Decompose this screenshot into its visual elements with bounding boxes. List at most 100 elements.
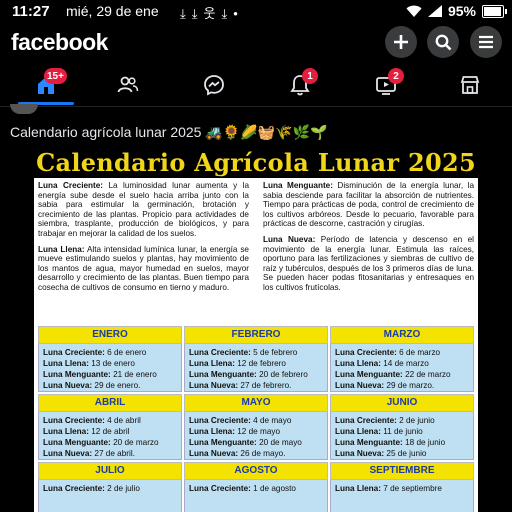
phase-date-line: Luna Menguante: 18 de junio bbox=[335, 437, 469, 448]
phase-date: 11 de junio bbox=[383, 427, 423, 436]
month-cell: ABRIL Luna Creciente: 4 de abril Luna Llen… bbox=[38, 394, 182, 460]
month-phases: Luna Creciente: 1 de agosto bbox=[184, 480, 328, 512]
phase-label: Luna Nueva: bbox=[189, 381, 239, 390]
phase-label: Luna Nueva: bbox=[43, 449, 93, 458]
phase-date: 29 de enero. bbox=[94, 381, 141, 390]
month-cell: MAYO Luna Creciente: 4 de mayo Luna Llena:… bbox=[184, 394, 328, 460]
phase-label: Luna Nueva: bbox=[43, 381, 93, 390]
phase-date-line: Luna Menguante: 20 de febrero bbox=[189, 369, 323, 380]
download-icon: ⤓ bbox=[191, 6, 204, 21]
month-name: AGOSTO bbox=[184, 462, 328, 480]
phase-label: Luna Creciente: bbox=[335, 348, 397, 357]
phase-label: Luna Creciente: bbox=[43, 348, 105, 357]
phase-label: Luna Menguante: bbox=[335, 438, 403, 447]
month-name: ENERO bbox=[38, 326, 182, 344]
friends-icon bbox=[117, 76, 139, 93]
search-icon bbox=[435, 34, 451, 50]
month-name: ABRIL bbox=[38, 394, 182, 412]
phase-date: 20 de marzo bbox=[113, 438, 159, 447]
phase-date: 13 de enero bbox=[91, 359, 135, 368]
phase-date-line: Luna Llena: 12 de abril bbox=[43, 426, 177, 437]
tab-marketplace[interactable] bbox=[450, 70, 490, 100]
phase-date: 12 de abril bbox=[91, 427, 130, 436]
person-icon: 웃 bbox=[203, 6, 222, 21]
phase-date-line: Luna Llena: 14 de marzo bbox=[335, 358, 469, 369]
phase-label: Luna Menguante: bbox=[43, 438, 111, 447]
post-image[interactable]: Calendario Agrícola Lunar 2025 Luna Crec… bbox=[34, 148, 478, 512]
phase-date: 6 de enero bbox=[107, 348, 147, 357]
tab-notifications[interactable]: 1 bbox=[280, 68, 320, 100]
phase-label: Luna Nueva: bbox=[335, 449, 385, 458]
battery-icon bbox=[482, 4, 507, 18]
month-phases: Luna Creciente: 2 de junio Luna Llena: 11… bbox=[330, 412, 474, 460]
phase-date: 7 de septiembre bbox=[383, 484, 442, 493]
menu-button[interactable] bbox=[470, 26, 502, 58]
phase-label: Luna Creciente: bbox=[335, 416, 397, 425]
month-name: MARZO bbox=[330, 326, 474, 344]
phase-date: 25 de junio bbox=[386, 449, 427, 458]
phase-term: Luna Creciente: bbox=[38, 181, 104, 190]
phase-date-line: Luna Menguante: 20 de marzo bbox=[43, 437, 177, 448]
phase-term: Luna Llena: bbox=[38, 244, 85, 254]
facebook-logo[interactable]: facebook bbox=[11, 29, 108, 56]
phase-label: Luna Llena: bbox=[189, 359, 235, 368]
phase-date: 18 de junio bbox=[405, 438, 446, 447]
phase-label: Luna Llena: bbox=[43, 359, 89, 368]
phase-label: Luna Llena: bbox=[335, 427, 381, 436]
phase-descriptions: Luna Creciente: La luminosidad lunar aum… bbox=[34, 178, 478, 299]
phase-label: Luna Menguante: bbox=[189, 438, 257, 447]
status-right: 95% bbox=[406, 3, 507, 19]
phase-label: Luna Llena: bbox=[189, 427, 235, 436]
phase-date-line: Luna Llena: 12 de febrero bbox=[189, 358, 323, 369]
phase-date-line: Luna Nueva: 25 de junio bbox=[335, 448, 469, 459]
phase-column-right: Luna Menguante: Disminución de la energí… bbox=[263, 181, 474, 299]
phase-label: Luna Creciente: bbox=[189, 484, 251, 493]
phase-date-line: Luna Llena: 12 de mayo bbox=[189, 426, 323, 437]
home-badge: 15+ bbox=[44, 68, 67, 84]
document-title: Calendario Agrícola Lunar 2025 bbox=[34, 148, 478, 178]
month-phases: Luna Llena: 7 de septiembre bbox=[330, 480, 474, 512]
month-calendar: ENERO Luna Creciente: 6 de enero Luna Llen… bbox=[38, 326, 474, 512]
month-name: JUNIO bbox=[330, 394, 474, 412]
phase-label: Luna Creciente: bbox=[189, 416, 251, 425]
tab-friends[interactable] bbox=[108, 70, 148, 100]
menu-icon bbox=[479, 35, 493, 49]
phase-date-line: Luna Creciente: 6 de marzo bbox=[335, 347, 469, 358]
phase-date: 12 de mayo bbox=[237, 427, 281, 436]
messenger-icon bbox=[204, 75, 224, 96]
status-date: mié, 29 de ene bbox=[66, 3, 159, 19]
phase-label: Luna Creciente: bbox=[189, 348, 251, 357]
month-name: FEBRERO bbox=[184, 326, 328, 344]
video-badge: 2 bbox=[388, 68, 404, 84]
download-icon: ⤓ bbox=[221, 6, 234, 21]
phase-date-line: Luna Llena: 7 de septiembre bbox=[335, 483, 469, 494]
phase-paragraph: Luna Nueva: Período de latencia y descen… bbox=[263, 235, 474, 293]
month-phases: Luna Creciente: 4 de mayo Luna Llena: 12 … bbox=[184, 412, 328, 460]
app-header: facebook bbox=[0, 26, 512, 62]
phase-column-left: Luna Creciente: La luminosidad lunar aum… bbox=[38, 181, 249, 299]
phase-date: 27 de abril. bbox=[94, 449, 135, 458]
phase-date: 6 de marzo bbox=[399, 348, 441, 357]
phase-date: 4 de mayo bbox=[253, 416, 292, 425]
phase-date-line: Luna Creciente: 6 de enero bbox=[43, 347, 177, 358]
tab-home[interactable]: 15+ bbox=[26, 68, 67, 100]
phase-paragraph: Luna Llena: Alta intensidad lumínica lun… bbox=[38, 245, 249, 293]
phase-date: 26 de mayo. bbox=[240, 449, 286, 458]
phase-date-line: Luna Creciente: 4 de abril bbox=[43, 415, 177, 426]
post-caption: Calendario agrícola lunar 2025 🚜🌻🌽🧺🌾🌿🌱 bbox=[10, 124, 328, 140]
post-author-avatar[interactable] bbox=[10, 104, 38, 114]
battery-percent: 95% bbox=[447, 3, 476, 19]
phase-label: Luna Menguante: bbox=[335, 370, 403, 379]
notifications-badge: 1 bbox=[302, 68, 318, 84]
search-button[interactable] bbox=[427, 26, 459, 58]
month-cell: AGOSTO Luna Creciente: 1 de agosto bbox=[184, 462, 328, 512]
status-bar: 11:27 mié, 29 de ene ⤓⤓웃⤓• 95% bbox=[0, 0, 512, 24]
tab-messenger[interactable] bbox=[194, 70, 234, 100]
phase-date: 22 de marzo bbox=[405, 370, 451, 379]
phase-label: Luna Nueva: bbox=[189, 449, 239, 458]
phase-date: 2 de junio bbox=[399, 416, 435, 425]
phase-date: 4 de abril bbox=[107, 416, 141, 425]
tab-video[interactable]: 2 bbox=[366, 68, 406, 100]
create-button[interactable] bbox=[385, 26, 417, 58]
phase-term: Luna Nueva: bbox=[263, 234, 316, 244]
